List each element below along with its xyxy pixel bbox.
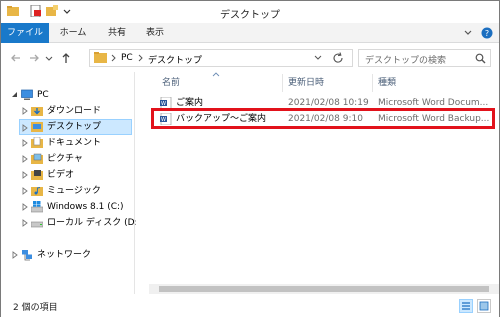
column-divider[interactable] — [372, 74, 373, 92]
tab-share[interactable]: 共有 — [101, 23, 133, 43]
collapsed-arrow-icon[interactable] — [21, 139, 29, 147]
large-icons-view-button[interactable] — [477, 299, 491, 313]
search-icon[interactable] — [475, 53, 486, 64]
svg-text:W: W — [161, 101, 166, 107]
window-title: デスクトップ — [220, 10, 280, 21]
collapsed-arrow-icon[interactable] — [21, 107, 29, 115]
large-icons-view-icon — [479, 301, 489, 311]
collapsed-arrow-icon[interactable] — [21, 219, 29, 227]
computer-icon — [21, 89, 33, 100]
address-bar[interactable]: PC デスクトップ — [89, 49, 353, 67]
collapsed-arrow-icon[interactable] — [21, 203, 29, 211]
local-disk-icon — [31, 221, 43, 228]
search-box[interactable]: デスクトップの検索 — [358, 49, 491, 67]
help-icon[interactable]: ? — [481, 27, 493, 39]
chevron-down-icon[interactable] — [314, 54, 322, 62]
tree-item-music[interactable]: ミュージック — [21, 183, 131, 199]
folder-icon — [94, 52, 107, 63]
forward-arrow-icon[interactable] — [27, 51, 41, 65]
tree-item-downloads[interactable]: ダウンロード — [21, 103, 131, 119]
chevron-down-icon[interactable] — [463, 27, 473, 39]
file-list: 名前 更新日時 種類 W ご案内 2021/02/08 10:19 Micros… — [136, 72, 499, 294]
back-arrow-icon[interactable] — [9, 51, 23, 65]
file-date: 2021/02/08 10:19 — [288, 98, 369, 108]
tab-view[interactable]: 表示 — [141, 23, 169, 43]
tree-item-drive-c[interactable]: Windows 8.1 (C:) — [21, 199, 131, 215]
file-type: Microsoft Word Backup... — [378, 114, 490, 124]
file-date: 2021/02/08 9:10 — [288, 114, 363, 124]
explorer-window: デスクトップ ファイル ホーム 共有 表示 ? PC デスクトップ デスクトップ… — [0, 0, 500, 317]
ribbon: ファイル ホーム 共有 表示 ? — [1, 23, 499, 43]
tree-item-network[interactable]: ネットワーク — [11, 247, 131, 263]
tree-item-drive-d[interactable]: ローカル ディスク (D:) — [21, 215, 141, 231]
collapsed-arrow-icon[interactable] — [21, 171, 29, 179]
status-bar: 2 個の項目 — [1, 295, 499, 317]
column-header-date[interactable]: 更新日時 — [288, 74, 324, 92]
svg-text:W: W — [161, 117, 166, 123]
sort-ascending-icon — [212, 72, 220, 77]
details-view-button[interactable] — [459, 299, 473, 313]
svg-text:?: ? — [485, 29, 489, 38]
desktop-folder-icon — [31, 122, 43, 132]
horizontal-scrollbar[interactable] — [149, 284, 499, 294]
scrollbar-thumb[interactable] — [159, 286, 489, 292]
up-arrow-icon[interactable] — [59, 51, 73, 65]
file-name: バックアップ～ご案内 — [176, 114, 267, 124]
breadcrumb-desktop[interactable]: デスクトップ — [148, 53, 202, 66]
file-type: Microsoft Word Docum... — [378, 98, 489, 108]
tab-file[interactable]: ファイル — [1, 23, 49, 43]
collapsed-arrow-icon[interactable] — [21, 124, 29, 132]
column-header-type[interactable]: 種類 — [378, 74, 396, 92]
word-backup-icon: W — [160, 113, 172, 125]
collapsed-arrow-icon[interactable] — [21, 155, 29, 163]
documents-folder-icon — [31, 137, 43, 148]
file-name: ご案内 — [176, 98, 204, 108]
title-bar: デスクトップ — [1, 1, 499, 23]
item-count: 2 個の項目 — [13, 303, 58, 313]
windows-drive-icon — [31, 201, 43, 213]
column-header-name[interactable]: 名前 — [162, 74, 180, 92]
word-document-icon: W — [160, 97, 172, 109]
tree-item-videos[interactable]: ビデオ — [21, 167, 131, 183]
chevron-right-icon[interactable] — [111, 54, 117, 62]
tree-item-documents[interactable]: ドキュメント — [21, 135, 131, 151]
breadcrumb-pc[interactable]: PC — [121, 53, 133, 63]
videos-folder-icon — [31, 170, 43, 180]
file-row[interactable]: W バックアップ～ご案内 2021/02/08 9:10 Microsoft W… — [148, 111, 496, 127]
music-folder-icon — [31, 187, 43, 196]
collapsed-arrow-icon[interactable] — [21, 187, 29, 195]
expanded-arrow-icon[interactable] — [11, 91, 19, 99]
navigation-pane: PC ダウンロード デスクトップ ドキュメント ピクチャ ビデオ ミュージック … — [1, 72, 141, 294]
tree-item-desktop[interactable]: デスクトップ — [19, 119, 132, 135]
network-icon — [22, 250, 32, 261]
tree-item-pictures[interactable]: ピクチャ — [21, 151, 131, 167]
details-view-icon — [462, 302, 470, 310]
chevron-right-icon[interactable] — [138, 54, 144, 62]
pane-divider[interactable] — [134, 72, 135, 294]
file-row[interactable]: W ご案内 2021/02/08 10:19 Microsoft Word Do… — [148, 95, 496, 111]
pictures-folder-icon — [31, 153, 43, 164]
column-divider[interactable] — [282, 74, 283, 92]
navigation-bar: PC デスクトップ デスクトップの検索 — [1, 44, 499, 71]
downloads-folder-icon — [31, 107, 43, 116]
search-input[interactable]: デスクトップの検索 — [365, 53, 446, 66]
recent-locations-icon[interactable] — [44, 51, 54, 65]
collapsed-arrow-icon[interactable] — [11, 251, 19, 259]
tab-home[interactable]: ホーム — [57, 23, 89, 43]
refresh-icon[interactable] — [332, 52, 344, 64]
tree-item-pc[interactable]: PC — [11, 87, 131, 103]
